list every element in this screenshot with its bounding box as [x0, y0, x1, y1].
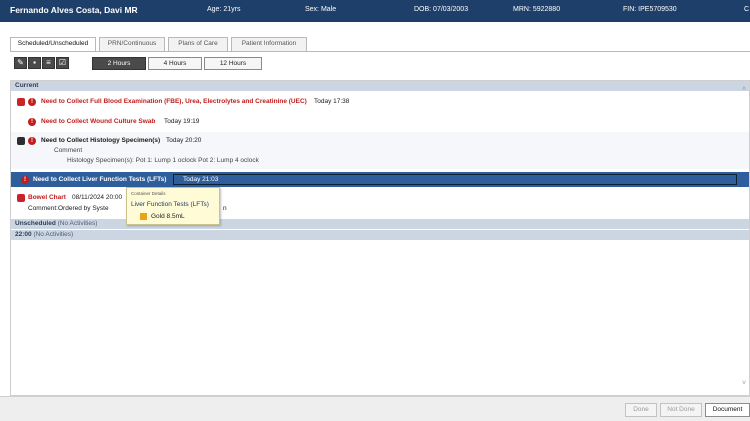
- section-current[interactable]: Current: [11, 81, 749, 91]
- task-time: Today 21:03: [183, 176, 219, 183]
- container-color-swatch: [140, 213, 147, 220]
- tab-plans-of-care[interactable]: Plans of Care: [168, 37, 228, 51]
- patient-age: Age: 21yrs: [207, 6, 241, 13]
- task-list-scrollbar[interactable]: ˄ ˅: [739, 82, 749, 394]
- task-time: Today 17:38: [314, 98, 350, 105]
- tab-scheduled-unscheduled[interactable]: Scheduled/Unscheduled: [10, 37, 96, 52]
- task-row[interactable]: ! Need to Collect Wound Culture Swab Tod…: [11, 113, 749, 131]
- tab-prn-continuous[interactable]: PRN/Continuous: [99, 37, 165, 51]
- range-2-hours-button[interactable]: 2 Hours: [92, 57, 146, 70]
- task-title: Need to Collect Full Blood Examination (…: [41, 98, 307, 105]
- task-row[interactable]: Bowel Chart 08/11/2024 20:00 Comment: Or…: [11, 189, 749, 217]
- document-button[interactable]: Document: [705, 403, 750, 417]
- patient-dob: DOB: 07/03/2003: [414, 6, 469, 13]
- checklist-icon[interactable]: ☑: [56, 57, 69, 69]
- section-2200[interactable]: 22:00 (No Activities): [11, 230, 749, 240]
- chart-icon: [17, 194, 25, 202]
- task-time: Today 20:20: [166, 137, 202, 144]
- task-title: Need to Collect Wound Culture Swab: [41, 118, 156, 125]
- tooltip-title: Container Details: [131, 191, 166, 196]
- tooltip-test-name: Liver Function Tests (LFTs): [131, 201, 209, 208]
- selection-outline: [173, 174, 737, 185]
- scroll-down-icon[interactable]: ˅: [740, 380, 748, 388]
- task-time: 08/11/2024 20:00: [72, 194, 123, 201]
- scroll-up-icon[interactable]: ˄: [740, 86, 748, 94]
- task-title: Need to Collect Liver Function Tests (LF…: [33, 176, 167, 183]
- task-row-selected[interactable]: ! Need to Collect Liver Function Tests (…: [11, 172, 749, 187]
- priority-alert-icon: !: [28, 98, 36, 106]
- tooltip-container: Gold 8.5mL: [151, 213, 185, 220]
- priority-alert-icon: !: [28, 137, 36, 145]
- comment-label: Comment: [54, 147, 83, 154]
- lab-bottle-icon: [17, 98, 25, 106]
- document-icon[interactable]: ▪: [28, 57, 41, 69]
- priority-alert-icon: !: [28, 118, 36, 126]
- task-row[interactable]: ! Need to Collect Histology Specimen(s) …: [11, 132, 749, 169]
- task-list: Current ! Need to Collect Full Blood Exa…: [10, 80, 750, 396]
- comment-text: Ordered by Syste: [58, 205, 109, 212]
- specimen-icon: [17, 137, 25, 145]
- task-title: Need to Collect Histology Specimen(s): [41, 137, 161, 144]
- tab-patient-information[interactable]: Patient Information: [231, 37, 307, 51]
- comment-text: Histology Specimen(s): Pot 1: Lump 1 ocl…: [67, 157, 259, 164]
- range-4-hours-button[interactable]: 4 Hours: [148, 57, 202, 70]
- pencil-icon[interactable]: ✎: [14, 57, 27, 69]
- section-unscheduled[interactable]: Unscheduled (No Activities): [11, 219, 749, 229]
- container-details-tooltip: Container Details Liver Function Tests (…: [126, 187, 220, 225]
- task-title: Bowel Chart: [28, 194, 66, 201]
- patient-sex: Sex: Male: [305, 6, 337, 13]
- banner-edge-mark: C: [744, 6, 750, 13]
- range-12-hours-button[interactable]: 12 Hours: [204, 57, 262, 70]
- comment-text-tail: n: [223, 205, 227, 212]
- patient-fin: FIN: IPE5709530: [623, 6, 677, 13]
- task-time: Today 19:19: [164, 118, 200, 125]
- comment-label: Comment:: [28, 205, 58, 212]
- list-icon[interactable]: ≡: [42, 57, 55, 69]
- task-row[interactable]: ! Need to Collect Full Blood Examination…: [11, 93, 749, 113]
- patient-banner: Fernando Alves Costa, Davi MR Age: 21yrs…: [0, 0, 750, 22]
- patient-name[interactable]: Fernando Alves Costa, Davi MR: [10, 5, 138, 15]
- done-button[interactable]: Done: [625, 403, 657, 417]
- not-done-button[interactable]: Not Done: [660, 403, 702, 417]
- tab-divider: [10, 51, 750, 52]
- priority-alert-icon: !: [21, 176, 29, 184]
- task-toolbar: ✎ ▪ ≡ ☑: [14, 57, 74, 70]
- patient-mrn: MRN: 5922880: [513, 6, 561, 13]
